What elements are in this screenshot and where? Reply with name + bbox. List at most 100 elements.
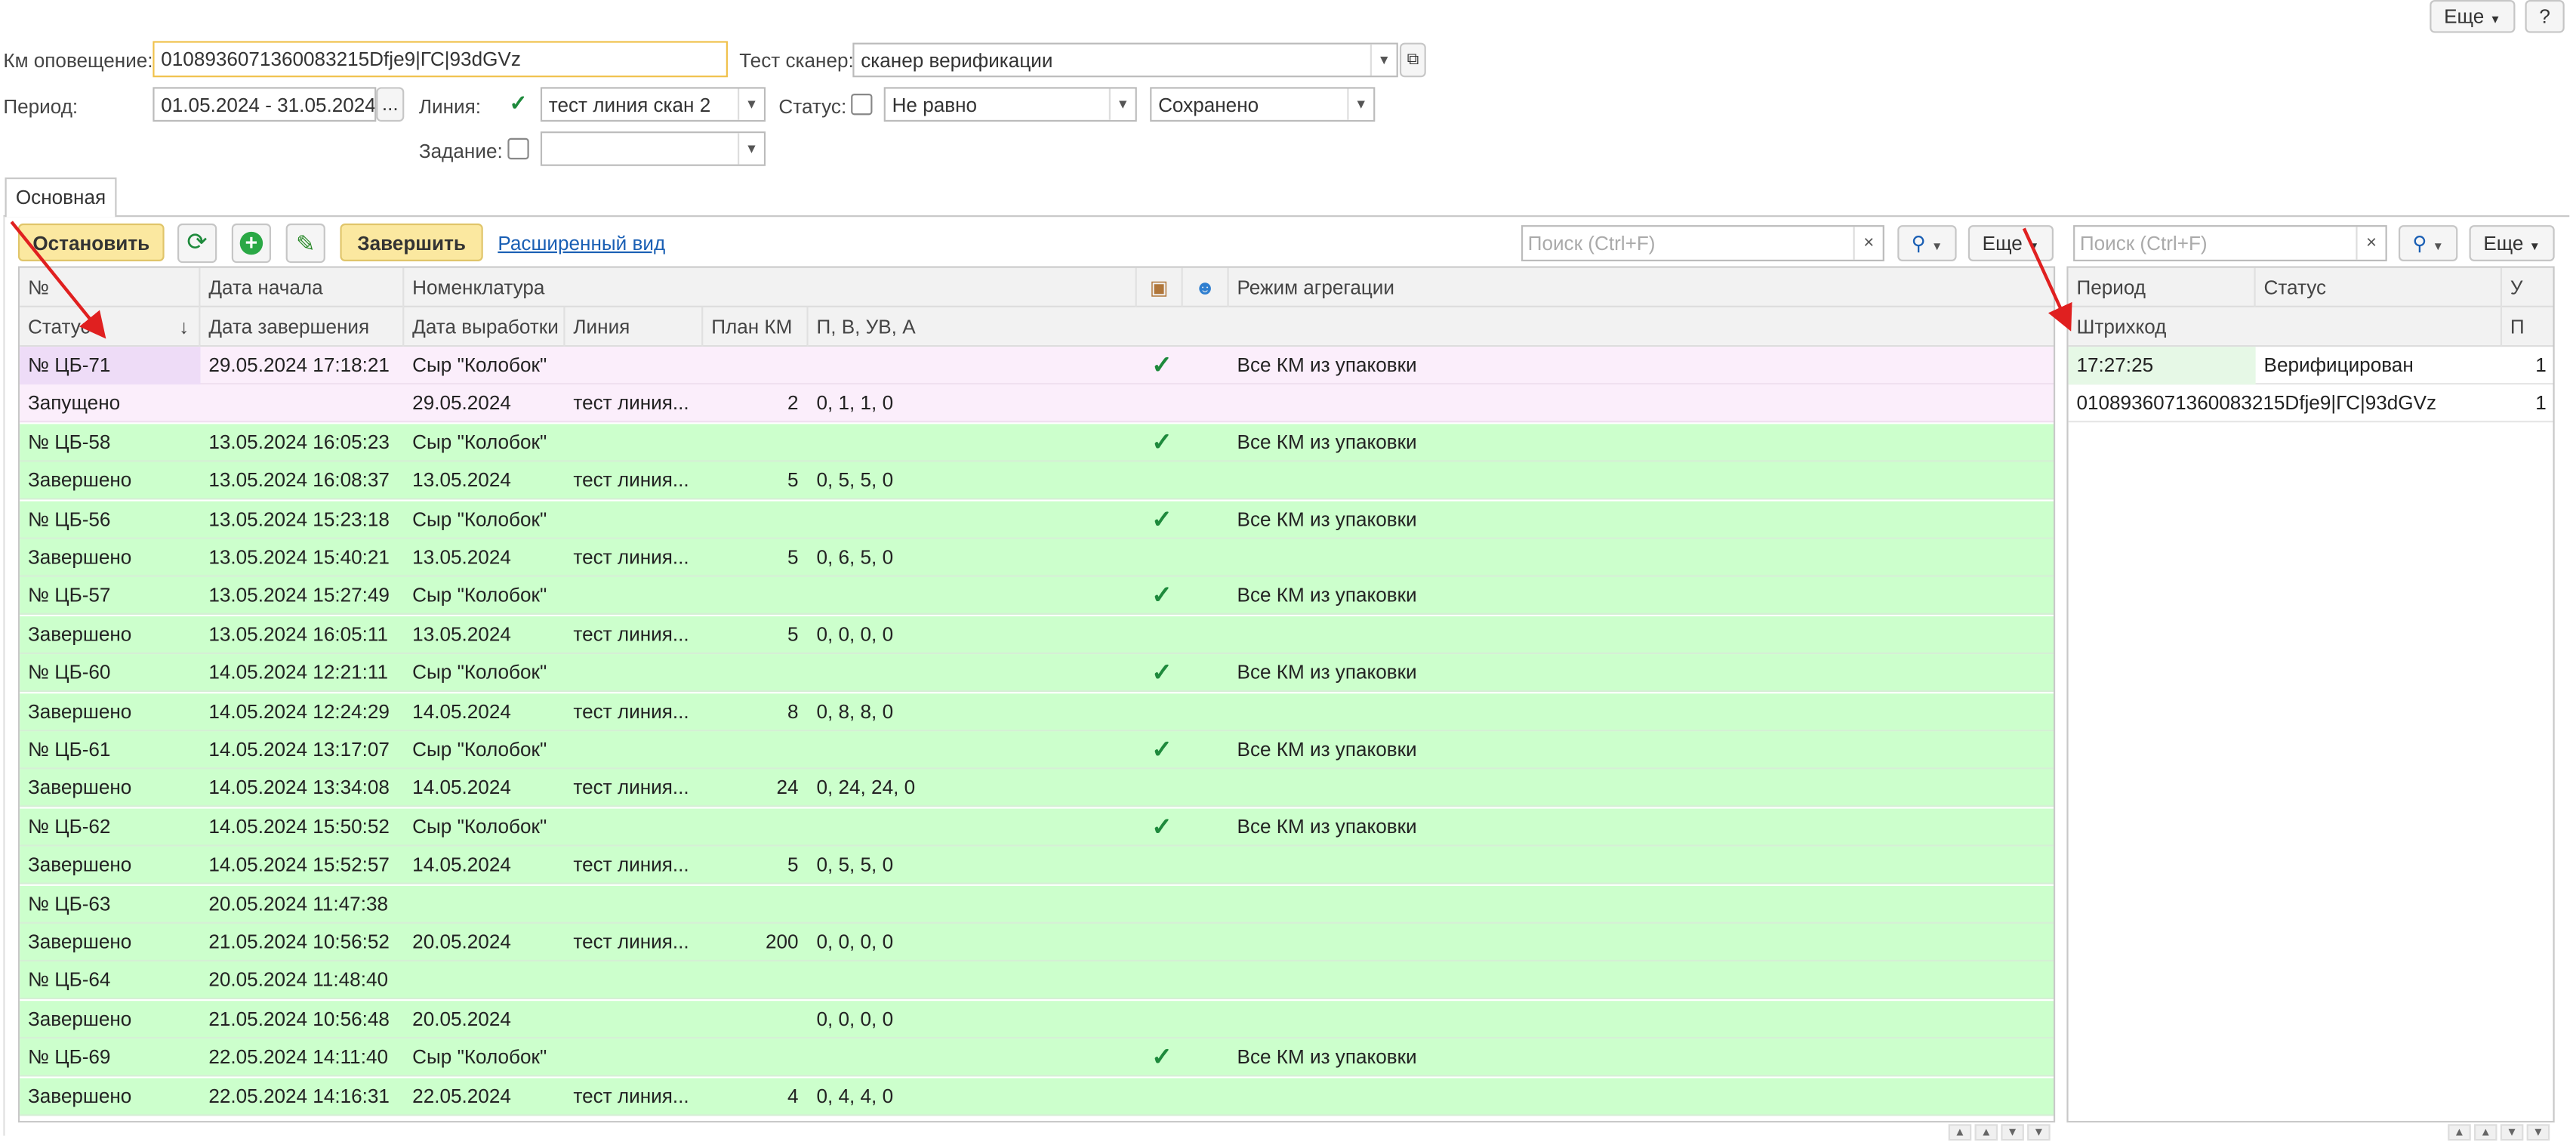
table-row[interactable]: № ЦБ-61 14.05.2024 13:17:07 Сыр "Колобок" ✓… <box>20 731 2054 770</box>
tab-main[interactable]: Основная <box>5 177 117 218</box>
line-checkbox[interactable]: ✓ <box>507 92 529 116</box>
cell-check <box>1137 539 1229 577</box>
col-header-barcode[interactable]: Штрихкод <box>2069 307 2503 347</box>
col-header-counts[interactable]: П, В, УВ, А <box>809 307 2054 347</box>
clear-icon[interactable]: × <box>2356 227 2385 260</box>
table-row[interactable]: Завершено 21.05.2024 10:56:52 20.05.2024 те… <box>20 923 2054 961</box>
cell-line: тест линия... <box>573 468 689 492</box>
chevron-down-icon[interactable]: ▼ <box>1347 88 1374 120</box>
cell-line: тест линия... <box>573 1084 689 1107</box>
table-row[interactable]: № ЦБ-71 29.05.2024 17:18:21 Сыр "Колобок" ✓… <box>20 347 2054 385</box>
col-header-line[interactable]: Линия <box>565 307 704 347</box>
cell-number-status: Завершено <box>27 930 132 954</box>
chevron-down-icon[interactable]: ▼ <box>1370 44 1397 76</box>
scans-table[interactable]: Период Статус У Штрихкод П 17:27:25 Вериф… <box>2066 266 2555 1123</box>
table-row[interactable]: № ЦБ-64 20.05.2024 11:48:40 <box>20 961 2054 1000</box>
table-row[interactable]: Завершено 22.05.2024 14:16:31 22.05.2024 те… <box>20 1077 2054 1116</box>
search-icon: ⚲ <box>1911 231 1926 255</box>
table-row[interactable]: № ЦБ-63 20.05.2024 11:47:38 <box>20 884 2054 924</box>
col-header-period[interactable]: Период <box>2069 267 2256 307</box>
extended-view-link[interactable]: Расширенный вид <box>498 232 665 255</box>
refresh-icon[interactable]: ⟳ <box>177 223 217 264</box>
task-checkbox[interactable] <box>507 137 529 160</box>
period-input[interactable]: 01.05.2024 - 31.05.2024 <box>153 87 377 122</box>
cell-scan-status: Верифицирован <box>2263 353 2414 377</box>
col-header-u[interactable]: У <box>2502 268 2553 307</box>
right-scroll-bottom-icon[interactable]: ▼ <box>2526 1124 2550 1141</box>
right-search-input[interactable]: Поиск (Ctrl+F) × <box>2073 225 2387 261</box>
scroll-down-icon[interactable]: ▼ <box>2001 1124 2024 1141</box>
cell-date: 20.05.2024 11:47:38 <box>208 891 389 915</box>
right-scroll-down-icon[interactable]: ▼ <box>2500 1124 2524 1141</box>
col-header-p[interactable]: П <box>2502 307 2553 347</box>
task-select[interactable]: ▼ <box>540 131 766 166</box>
table-row[interactable]: № ЦБ-57 13.05.2024 15:27:49 Сыр "Колобок" ✓… <box>20 577 2054 616</box>
chevron-down-icon: ▼ <box>1931 241 1943 254</box>
table-row[interactable]: № ЦБ-60 14.05.2024 12:21:11 Сыр "Колобок" ✓… <box>20 654 2054 693</box>
left-more-button[interactable]: Еще ▼ <box>1967 225 2054 261</box>
col-header-plan-km[interactable]: План КМ <box>703 307 809 347</box>
line-select[interactable]: тест линия скан 2 ▼ <box>540 87 766 122</box>
help-button[interactable]: ? <box>2525 0 2565 33</box>
right-search-button[interactable]: ⚲ ▼ <box>2398 225 2458 261</box>
status-value-select[interactable]: Сохранено ▼ <box>1150 87 1376 122</box>
table-row[interactable]: Завершено 13.05.2024 15:40:21 13.05.2024 те… <box>20 539 2054 577</box>
cell-aggregation-mode <box>1229 847 2051 884</box>
table-row[interactable]: № ЦБ-69 22.05.2024 14:11:40 Сыр "Колобок" ✓… <box>20 1039 2054 1077</box>
right-scroll-up-icon[interactable]: ▲ <box>2474 1124 2497 1141</box>
add-icon[interactable]: + <box>231 223 272 264</box>
chevron-down-icon[interactable]: ▼ <box>1108 88 1135 120</box>
table-row[interactable]: Завершено 14.05.2024 15:52:57 14.05.2024 те… <box>20 847 2054 885</box>
km-input[interactable]: 0108936071360083215Dfje9|ГС|93dGVz <box>153 41 728 78</box>
scroll-top-icon[interactable]: ▲ <box>1948 1124 1972 1141</box>
left-search-input[interactable]: Поиск (Ctrl+F) × <box>1521 225 1884 261</box>
scan-row[interactable]: 17:27:25 Верифицирован 1 <box>2068 347 2553 385</box>
left-search-button[interactable]: ⚲ ▼ <box>1897 225 1957 261</box>
right-more-button[interactable]: Еще ▼ <box>2469 225 2555 261</box>
cell-nomenclature-date: 14.05.2024 <box>412 776 511 800</box>
clear-icon[interactable]: × <box>1853 227 1883 260</box>
col-header-status[interactable]: Статус ↓ <box>20 307 201 347</box>
scroll-bottom-icon[interactable]: ▼ <box>2027 1124 2051 1141</box>
table-row[interactable]: № ЦБ-62 14.05.2024 15:50:52 Сыр "Колобок" ✓… <box>20 808 2054 847</box>
scanner-select[interactable]: сканер верификации ▼ <box>852 42 1398 78</box>
col-header-scan-status[interactable]: Статус <box>2256 267 2503 307</box>
edit-icon[interactable]: ✎ <box>285 223 325 264</box>
table-row[interactable]: Запущено 29.05.2024 тест линия... 2 0, 1, 1,… <box>20 385 2054 424</box>
table-row[interactable]: Завершено 21.05.2024 10:56:48 20.05.2024 0,… <box>20 1000 2054 1039</box>
cell-line <box>565 962 704 1000</box>
col-header-start-date[interactable]: Дата начала <box>200 267 405 307</box>
scan-row[interactable]: 0108936071360083215Dfje9|ГС|93dGVz 1 <box>2068 385 2553 424</box>
col-header-package-icon[interactable]: ▣ <box>1137 267 1183 307</box>
chevron-down-icon[interactable]: ▼ <box>738 133 764 165</box>
scroll-up-icon[interactable]: ▲ <box>1974 1124 1998 1141</box>
orders-table[interactable]: № Дата начала Номенклатура ▣ ☻ Режим агр… <box>17 266 2056 1123</box>
col-header-end-date[interactable]: Дата завершения <box>200 307 405 347</box>
col-header-number[interactable]: № <box>20 267 201 307</box>
cell-counts <box>809 578 1137 616</box>
table-row[interactable]: № ЦБ-56 13.05.2024 15:23:18 Сыр "Колобок" ✓… <box>20 500 2054 539</box>
status-condition-select[interactable]: Не равно ▼ <box>883 87 1137 122</box>
col-header-production-date[interactable]: Дата выработки <box>404 307 565 347</box>
col-header-aggregation-mode[interactable]: Режим агрегации <box>1229 268 2054 307</box>
stop-button[interactable]: Остановить <box>17 223 165 261</box>
col-header-user-icon[interactable]: ☻ <box>1183 267 1229 307</box>
cell-check <box>1137 962 1229 1000</box>
cell-line: тест линия... <box>573 699 689 723</box>
chevron-down-icon[interactable]: ▼ <box>738 88 764 120</box>
col-header-nomenclature[interactable]: Номенклатура <box>404 267 1137 307</box>
cell-nomenclature-date: 22.05.2024 <box>412 1084 511 1107</box>
table-row[interactable]: Завершено 14.05.2024 12:24:29 14.05.2024 те… <box>20 693 2054 731</box>
right-scroll-top-icon[interactable]: ▲ <box>2448 1124 2471 1141</box>
status-checkbox[interactable] <box>851 94 873 116</box>
open-icon[interactable]: ⧉ <box>1399 42 1426 78</box>
table-row[interactable]: Завершено 13.05.2024 16:08:37 13.05.2024 те… <box>20 461 2054 500</box>
more-button-top[interactable]: Еще ▼ <box>2430 0 2516 33</box>
cell-date: 13.05.2024 15:23:18 <box>208 507 390 530</box>
table-row[interactable]: Завершено 14.05.2024 13:34:08 14.05.2024 те… <box>20 770 2054 808</box>
finish-button[interactable]: Завершить <box>340 223 483 261</box>
table-row[interactable]: № ЦБ-58 13.05.2024 16:05:23 Сыр "Колобок" ✓… <box>20 423 2054 462</box>
period-select-button[interactable]: ... <box>376 87 405 122</box>
cell-date: 14.05.2024 15:52:57 <box>208 853 390 877</box>
table-row[interactable]: Завершено 13.05.2024 16:05:11 13.05.2024 те… <box>20 616 2054 654</box>
